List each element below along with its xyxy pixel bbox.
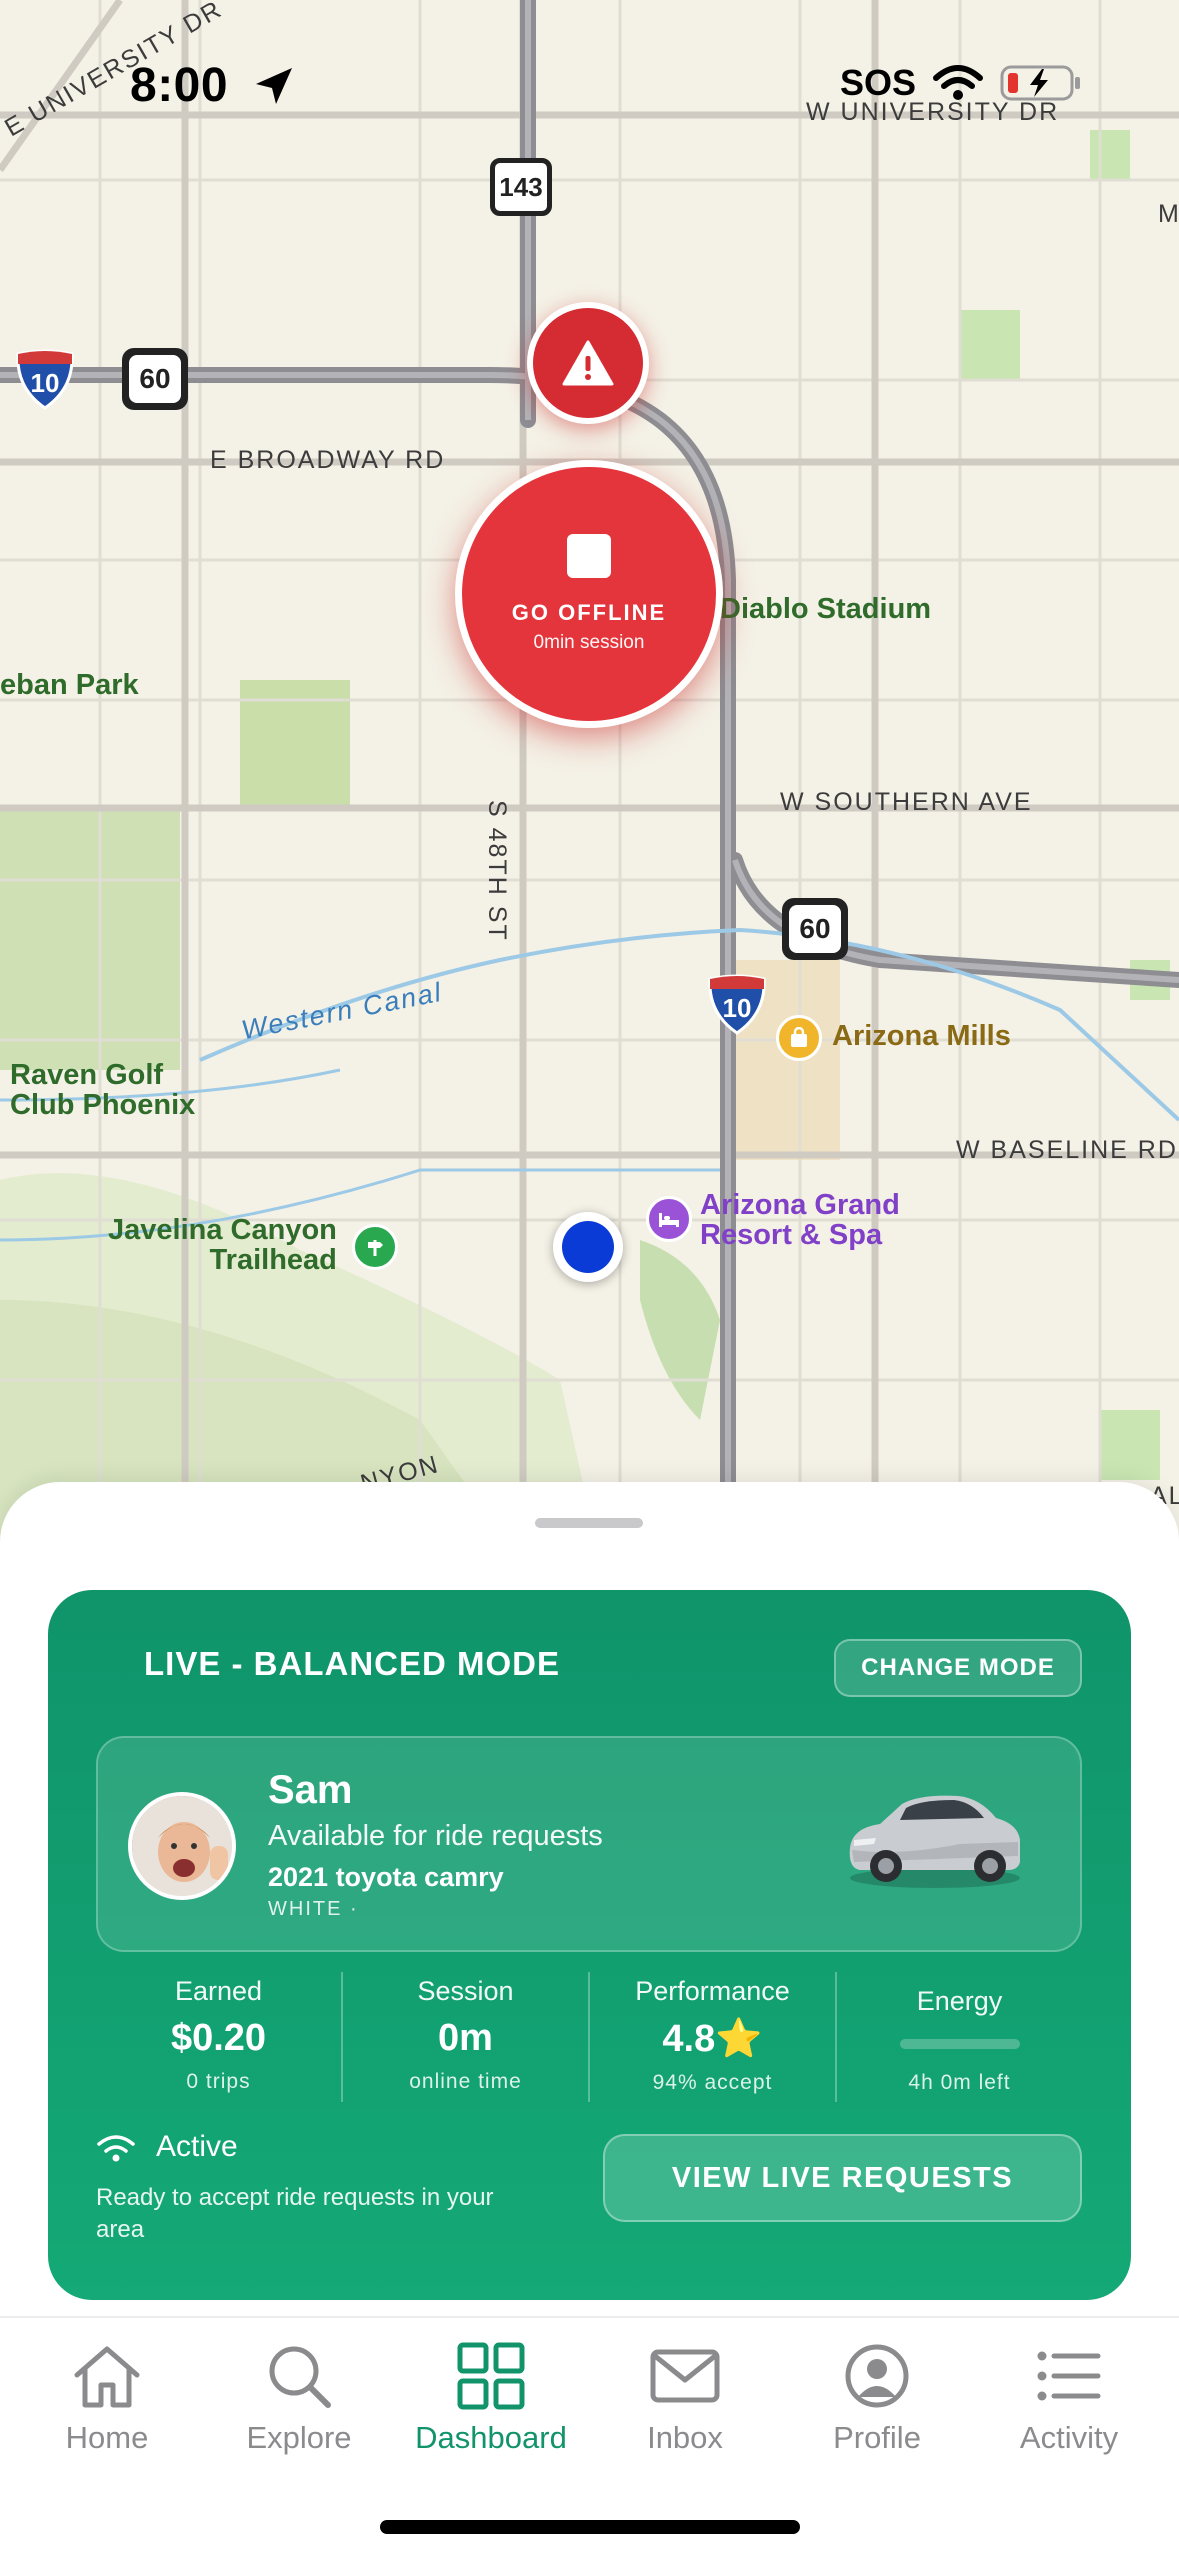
interstate-shield-10-b: 10 (706, 973, 768, 1035)
tab-home[interactable]: Home (12, 2338, 202, 2478)
map-base-layer (0, 0, 1179, 1560)
list-icon (1037, 2351, 1101, 2401)
tab-home-label: Home (65, 2420, 149, 2455)
tab-profile-label: Profile (833, 2420, 921, 2455)
tab-explore[interactable]: Explore (204, 2338, 394, 2478)
tab-inbox[interactable]: Inbox (590, 2338, 780, 2478)
stat-energy-sub: 4h 0m left (908, 2071, 1011, 2094)
street-label-southern: W SOUTHERN AVE (780, 788, 1033, 816)
home-indicator[interactable] (380, 2520, 800, 2534)
poi-park[interactable]: eban Park (0, 670, 139, 700)
stat-session-value: 0m (438, 2017, 493, 2059)
poi-javelina-trailhead[interactable]: Javelina Canyon Trailhead (108, 1215, 337, 1275)
street-label-baseline: W BASELINE RD (956, 1136, 1178, 1164)
sos-indicator: SOS (840, 62, 917, 103)
stat-session[interactable]: Session 0m online time (341, 1972, 588, 2102)
vehicle-color: WHITE · (268, 1898, 359, 1920)
interstate-shield-10-a-label: 10 (30, 368, 60, 398)
tab-profile[interactable]: Profile (782, 2338, 972, 2478)
stat-performance-label: Performance (635, 1976, 790, 2006)
tab-explore-label: Explore (246, 2420, 352, 2455)
tab-dashboard-label: Dashboard (415, 2420, 567, 2455)
search-icon (269, 2346, 331, 2408)
go-offline-label: GO OFFLINE (511, 600, 667, 625)
live-mode-card: LIVE - BALANCED MODE CHANGE MODE Sam Ava… (48, 1590, 1131, 2300)
go-offline-button[interactable]: GO OFFLINE 0min session (455, 460, 723, 728)
active-status-description: Ready to accept ride requests in your ar… (96, 2184, 494, 2243)
route-shield-us60-b-label: 60 (789, 905, 841, 953)
driver-name: Sam (268, 1768, 353, 1812)
status-bar: 8:00 SOS (0, 0, 1179, 150)
mail-icon (650, 2349, 720, 2403)
interstate-shield-10-a: 10 (14, 348, 76, 410)
grid-icon (457, 2342, 525, 2410)
driver-info-box: Sam Available for ride requests 2021 toy… (96, 1736, 1082, 1952)
stats-row: Earned $0.20 0 trips Session 0m online t… (96, 1972, 1082, 2102)
route-shield-143-label: 143 (499, 171, 543, 202)
route-shield-us60-a-label: 60 (129, 355, 181, 403)
status-time: 8:00 (130, 59, 229, 112)
tab-inbox-label: Inbox (647, 2420, 723, 2455)
car-icon (849, 1795, 1020, 1888)
home-icon (74, 2346, 140, 2408)
stop-icon (567, 534, 611, 578)
active-status-title: Active (156, 2130, 238, 2163)
user-location-marker (553, 1212, 623, 1282)
mode-title: LIVE - BALANCED MODE (144, 1645, 560, 1682)
stat-performance-value: 4.8⭐ (662, 2018, 763, 2060)
stat-energy[interactable]: Energy 4h 0m left (835, 1972, 1082, 2102)
location-arrow-icon (256, 68, 292, 104)
stat-session-sub: online time (409, 2070, 522, 2093)
status-indicators: SOS (840, 62, 1082, 104)
route-shield-us60-a: 60 (122, 348, 188, 410)
change-mode-button[interactable]: CHANGE MODE (834, 1639, 1082, 1697)
driver-photo-icon (132, 1796, 232, 1896)
battery-charging-icon (1000, 65, 1081, 101)
session-duration-label: 0min session (533, 632, 645, 653)
emergency-alert-button[interactable] (527, 302, 649, 424)
stat-performance-sub: 94% accept (652, 2071, 773, 2094)
stat-session-label: Session (417, 1976, 514, 2006)
street-label-edge-m: M (1158, 200, 1179, 228)
stat-earned[interactable]: Earned $0.20 0 trips (96, 1972, 341, 2102)
user-location-dot (562, 1221, 614, 1273)
poi-raven-golf[interactable]: Raven Golf Club Phoenix (10, 1060, 195, 1120)
driver-vehicle: 2021 toyota camry (268, 1862, 504, 1892)
sheet-grabber[interactable] (535, 1518, 643, 1528)
shopping-bag-icon[interactable] (776, 1015, 822, 1061)
person-icon (845, 2344, 909, 2408)
poi-arizona-mills[interactable]: Arizona Mills (832, 1020, 1011, 1053)
interstate-shield-10-b-label: 10 (722, 993, 752, 1023)
street-label-48th: S 48TH ST (483, 800, 511, 942)
poi-arizona-grand-resort[interactable]: Arizona Grand Resort & Spa (700, 1190, 900, 1250)
driver-status: Available for ride requests (268, 1820, 603, 1852)
signal-wifi-icon (97, 2135, 135, 2162)
tab-activity-label: Activity (1019, 2420, 1119, 2455)
route-shield-143: 143 (490, 158, 552, 216)
tab-activity[interactable]: Activity (974, 2338, 1164, 2478)
stat-performance[interactable]: Performance 4.8⭐ 94% accept (588, 1972, 835, 2102)
map-view[interactable]: E UNIVERSITY DR W UNIVERSITY DR E BROADW… (0, 0, 1179, 1560)
hotel-bed-icon[interactable] (646, 1196, 692, 1242)
avatar[interactable] (128, 1792, 236, 1900)
stat-earned-sub: 0 trips (186, 2070, 251, 2093)
warning-triangle-icon (562, 340, 614, 386)
energy-progress-bar (899, 2039, 1020, 2049)
stat-earned-label: Earned (174, 1976, 263, 2006)
stat-earned-value: $0.20 (170, 2017, 267, 2059)
stat-energy-label: Energy (916, 1986, 1003, 2016)
trailhead-sign-icon[interactable] (352, 1224, 398, 1270)
street-label-broadway: E BROADWAY RD (210, 446, 446, 474)
tab-dashboard[interactable]: Dashboard (396, 2338, 586, 2478)
poi-diablo-stadium[interactable]: Diablo Stadium (720, 594, 931, 624)
route-shield-us60-b: 60 (782, 898, 848, 960)
view-live-requests-button[interactable]: VIEW LIVE REQUESTS (603, 2134, 1082, 2222)
wifi-icon (933, 65, 984, 100)
